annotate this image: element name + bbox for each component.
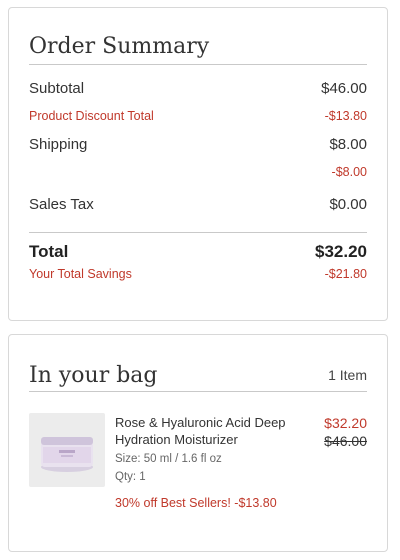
product-qty: Qty: 1: [115, 471, 146, 483]
subtotal-value: $46.00: [321, 80, 367, 97]
product-image[interactable]: [29, 413, 105, 487]
divider: [29, 232, 367, 233]
subtotal-row: Subtotal $46.00: [29, 80, 367, 97]
shipping-discount-value: -$8.00: [331, 165, 367, 179]
bag-card: In your bag 1 Item Rose & Hyaluronic Aci…: [8, 334, 388, 552]
tax-row: Sales Tax $0.00: [29, 196, 367, 213]
promo-text: 30% off Best Sellers! -$13.80: [115, 496, 277, 510]
shipping-discount-row: -$8.00: [29, 165, 367, 179]
sale-price: $32.20: [324, 415, 367, 431]
subtotal-label: Subtotal: [29, 80, 85, 97]
product-name[interactable]: Rose & Hyaluronic Acid Deep Hydration Mo…: [115, 414, 295, 448]
product-price: $32.20 $46.00: [324, 414, 367, 450]
savings-row: Your Total Savings -$21.80: [29, 267, 367, 281]
savings-label: Your Total Savings: [29, 267, 132, 281]
shipping-value: $8.00: [329, 136, 367, 153]
moisturizer-jar-icon: [41, 437, 93, 472]
item-count: 1 Item: [328, 367, 367, 383]
discount-value: -$13.80: [324, 109, 367, 123]
total-label: Total: [29, 242, 69, 261]
divider: [29, 391, 367, 392]
savings-value: -$21.80: [324, 267, 367, 281]
bag-title: In your bag: [29, 363, 158, 388]
tax-value: $0.00: [329, 196, 367, 213]
tax-label: Sales Tax: [29, 196, 94, 213]
discount-row: Product Discount Total -$13.80: [29, 109, 367, 123]
product-size: Size: 50 ml / 1.6 fl oz: [115, 453, 222, 465]
order-summary-card: Order Summary Subtotal $46.00 Product Di…: [8, 7, 388, 321]
shipping-row: Shipping $8.00: [29, 136, 367, 153]
divider: [29, 64, 367, 65]
order-summary-title: Order Summary: [29, 34, 210, 59]
original-price: $46.00: [324, 433, 367, 449]
shipping-label: Shipping: [29, 136, 88, 153]
discount-label: Product Discount Total: [29, 109, 154, 123]
total-value: $32.20: [315, 242, 367, 261]
total-row: Total $32.20: [29, 242, 367, 262]
